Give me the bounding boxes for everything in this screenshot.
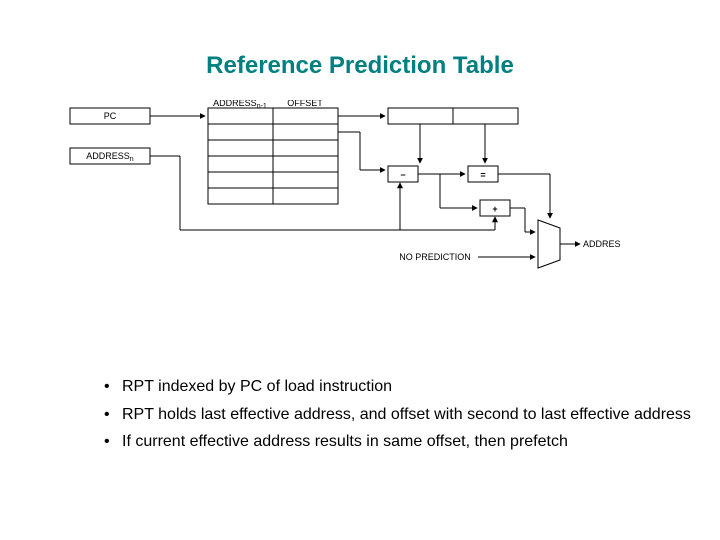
no-prediction-label: NO PREDICTION <box>399 252 471 262</box>
minus-op: − <box>400 170 405 180</box>
pc-label: PC <box>104 111 117 121</box>
plus-op: + <box>492 204 497 214</box>
rpt-table: ADDRESSn-1 OFFSET <box>208 100 338 204</box>
list-item: If current effective address results in … <box>100 431 720 453</box>
equals-op: = <box>480 170 485 180</box>
slide: Reference Prediction Table PC ADDRESSn-1… <box>0 0 720 540</box>
address-out-label: ADDRESSn+1 <box>583 239 620 251</box>
list-item: RPT indexed by PC of load instruction <box>100 376 720 398</box>
slide-title: Reference Prediction Table <box>0 52 720 80</box>
bullet-list: RPT indexed by PC of load instruction RP… <box>60 376 720 459</box>
rpt-diagram: PC ADDRESSn-1 OFFSET <box>60 100 620 300</box>
list-item: RPT holds last effective address, and of… <box>100 404 720 426</box>
col-offset-label: OFFSET <box>287 100 323 108</box>
mux <box>538 220 560 268</box>
